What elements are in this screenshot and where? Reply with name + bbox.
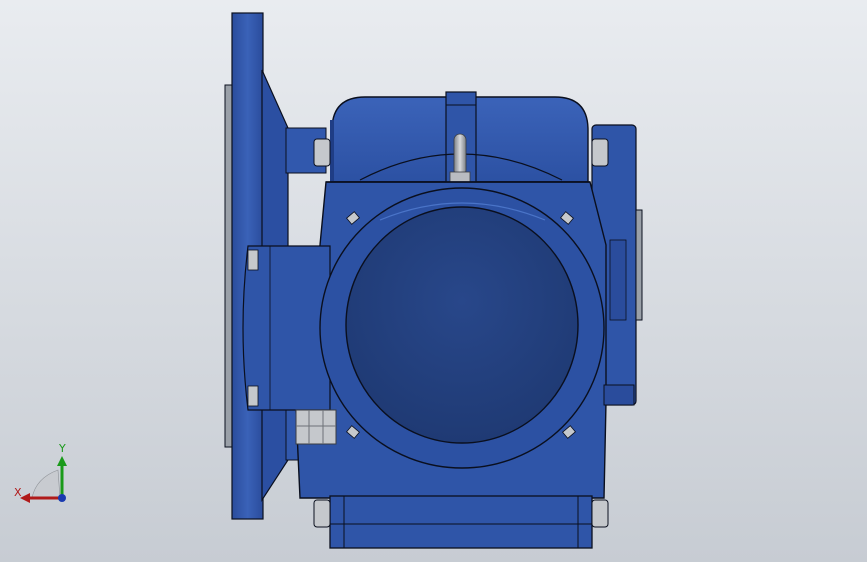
orientation-triad[interactable]: Y X xyxy=(10,440,80,510)
triad-y-label: Y xyxy=(58,442,66,455)
triad-plane xyxy=(31,469,61,499)
bottom-foot xyxy=(313,495,609,549)
triad-z-axis xyxy=(58,494,66,502)
triad-y-arrow xyxy=(57,456,67,466)
3d-viewport[interactable]: Y X xyxy=(0,0,867,562)
top-housing xyxy=(330,91,589,184)
triad-x-label: X xyxy=(14,486,22,499)
motor-face xyxy=(319,187,605,469)
gear-reducer-model[interactable] xyxy=(0,0,867,562)
